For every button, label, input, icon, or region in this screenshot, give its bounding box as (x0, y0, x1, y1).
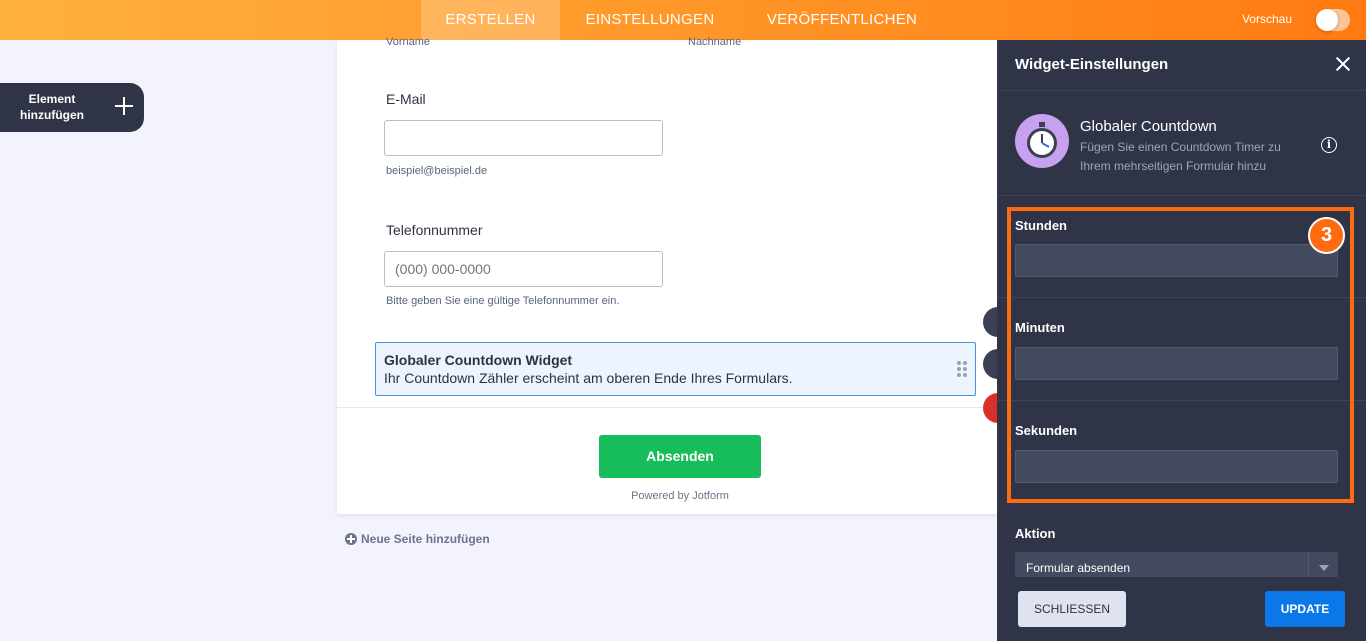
action-label: Aktion (1015, 526, 1056, 541)
form-card: Vorname Nachname E-Mail beispiel@beispie… (337, 36, 997, 514)
add-element-label: Element hinzufügen (20, 92, 84, 122)
stopwatch-icon (1015, 114, 1069, 168)
panel-divider (997, 90, 1366, 91)
action-selected-value: Formular absenden (1026, 561, 1131, 575)
update-button[interactable]: UPDATE (1265, 591, 1345, 627)
tab-einstellungen[interactable]: EINSTELLUNGEN (560, 0, 740, 40)
panel-footer: SCHLIESSEN UPDATE (997, 577, 1366, 641)
email-field[interactable] (384, 120, 663, 156)
panel-divider (997, 195, 1366, 196)
tab-veroeffentlichen[interactable]: VERÖFFENTLICHEN (740, 0, 944, 40)
plus-icon (113, 95, 135, 117)
submit-button[interactable]: Absenden (599, 435, 761, 478)
email-hint: beispiel@beispiel.de (386, 165, 488, 177)
step-badge: 3 (1308, 217, 1345, 254)
toggle-knob (1316, 9, 1338, 31)
top-navigation-bar: ERSTELLEN EINSTELLUNGEN VERÖFFENTLICHEN … (0, 0, 1366, 40)
phone-label: Telefonnummer (386, 222, 483, 238)
phone-field[interactable] (384, 251, 663, 287)
countdown-widget-block[interactable]: Globaler Countdown Widget Ihr Countdown … (375, 342, 976, 396)
tab-erstellen[interactable]: ERSTELLEN (421, 0, 560, 40)
phone-hint: Bitte geben Sie eine gültige Telefonnumm… (386, 295, 620, 307)
plus-circle-icon (345, 533, 357, 545)
close-button[interactable]: SCHLIESSEN (1018, 591, 1126, 627)
last-name-sublabel: Nachname (688, 36, 742, 48)
add-element-button[interactable]: Element hinzufügen (0, 83, 144, 132)
first-name-sublabel: Vorname (386, 36, 431, 48)
highlight-frame (1007, 207, 1354, 503)
add-new-page-label: Neue Seite hinzufügen (361, 532, 490, 546)
add-new-page-link[interactable]: Neue Seite hinzufügen (345, 532, 490, 546)
drag-handle-icon[interactable] (957, 361, 969, 379)
preview-label: Vorschau (1241, 12, 1292, 26)
widget-block-title: Globaler Countdown Widget (384, 352, 573, 368)
widget-block-description: Ihr Countdown Zähler erscheint am oberen… (384, 370, 793, 386)
widget-name: Globaler Countdown (1080, 118, 1217, 135)
email-label: E-Mail (386, 91, 426, 107)
preview-toggle[interactable] (1316, 9, 1350, 31)
powered-by-text: Powered by Jotform (631, 490, 729, 502)
page-divider (337, 407, 997, 408)
info-icon[interactable]: i (1321, 137, 1337, 153)
widget-description: Fügen Sie einen Countdown Timer zu Ihrem… (1080, 140, 1281, 173)
panel-title: Widget-Einstellungen (1015, 56, 1169, 73)
close-icon[interactable] (1336, 57, 1350, 71)
